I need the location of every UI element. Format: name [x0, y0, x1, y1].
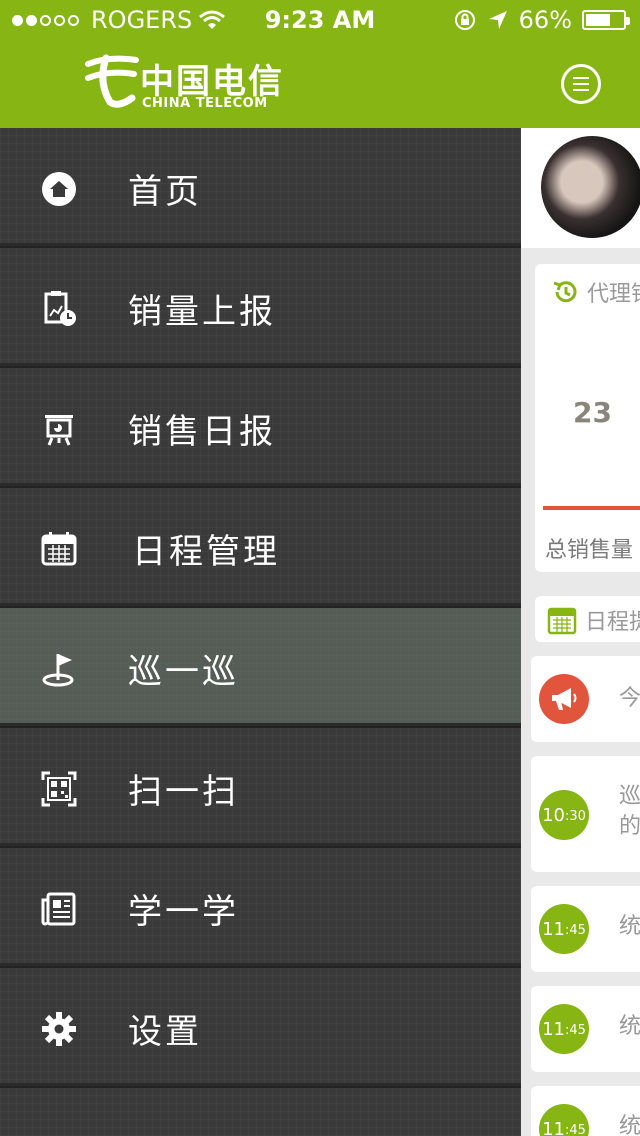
schedule-text: 统 [619, 1114, 640, 1136]
sales-card-header: 代理销 [551, 276, 640, 308]
menu-item-label: 扫一扫 [128, 772, 239, 812]
time-badge: 10:30 [539, 790, 589, 840]
menu-item-schedule[interactable]: 日程管理 [0, 488, 521, 608]
menu-item-label: 首页 [128, 172, 202, 212]
menu-item-daily-report[interactable]: 销售日报 [0, 368, 521, 488]
schedule-card-title: 日程提 [585, 610, 640, 635]
time-badge: 11:45 [539, 904, 589, 954]
status-right: 66% [453, 6, 630, 34]
schedule-item[interactable]: 10:30 巡 的 [531, 756, 640, 872]
schedule-item[interactable]: 11:45 统 [531, 886, 640, 972]
schedule-text: 统 [619, 1014, 640, 1039]
battery-icon [582, 10, 630, 30]
history-icon [553, 281, 577, 303]
sales-report-icon [44, 291, 76, 326]
daily-report-icon [45, 415, 73, 446]
qr-scan-icon [41, 771, 77, 807]
hamburger-menu-icon[interactable] [561, 64, 601, 104]
schedule-item[interactable]: 11:45 统 [531, 986, 640, 1072]
menu-item-label: 日程管理 [132, 532, 280, 572]
menu-item-scan[interactable]: 扫一扫 [0, 728, 521, 848]
newspaper-icon [41, 892, 76, 926]
time-badge: 11:45 [539, 1104, 589, 1136]
menu-item-patrol[interactable]: 巡一巡 [0, 608, 521, 728]
calendar-icon [41, 532, 77, 566]
menu-item-label: 销量上报 [128, 292, 276, 332]
side-menu: 首页 销量上报 销售日报 日程管理 巡一巡 扫一扫 学一学 设置 [0, 128, 521, 1136]
total-sales-label: 总销售量 [545, 538, 634, 563]
menu-item-settings[interactable]: 设置 [0, 968, 521, 1088]
notice-text: 今 [619, 686, 640, 711]
profile-area [521, 128, 640, 248]
sales-card[interactable]: 代理销 23 总销售量 [535, 264, 640, 572]
rotation-lock-icon [454, 10, 475, 30]
main-content: 代理销 23 总销售量 日程提 今 10:30 [521, 128, 640, 1136]
menu-item-label: 设置 [128, 1012, 202, 1052]
schedule-text: 巡 的 [619, 784, 640, 839]
calendar-icon [547, 607, 577, 635]
logo-english: CHINA TELECOM [142, 96, 268, 111]
home-icon [42, 172, 76, 206]
gear-icon [42, 1012, 76, 1046]
menu-item-learn[interactable]: 学一学 [0, 848, 521, 968]
avatar[interactable] [541, 136, 640, 238]
menu-item-label: 销售日报 [128, 412, 276, 452]
menu-item-label: 学一学 [128, 892, 239, 932]
schedule-card[interactable]: 日程提 [535, 596, 640, 642]
battery-percent: 66% [518, 6, 572, 34]
location-arrow-icon [488, 11, 507, 29]
sales-count: 23 [573, 396, 612, 429]
menu-item-sales-report[interactable]: 销量上报 [0, 248, 521, 368]
menu-item-home[interactable]: 首页 [0, 128, 521, 248]
schedule-item[interactable]: 11:45 统 [531, 1086, 640, 1136]
notice-item[interactable]: 今 [531, 656, 640, 742]
megaphone-icon [539, 674, 589, 724]
telecom-logo-icon [85, 54, 139, 108]
menu-item-label: 巡一巡 [128, 652, 239, 692]
time-badge: 11:45 [539, 1004, 589, 1054]
sales-card-title: 代理销 [587, 282, 640, 307]
golf-flag-icon [42, 654, 74, 687]
sales-indicator-bar [543, 506, 640, 510]
schedule-text: 统 [619, 914, 640, 939]
china-telecom-logo: 中国电信 CHINA TELECOM [84, 52, 284, 116]
app-header: ROGERS 9:23 AM 66% 中国电信 CHINA TELECOM [0, 0, 640, 128]
status-bar: ROGERS 9:23 AM 66% [0, 0, 640, 40]
schedule-card-header: 日程提 [547, 604, 640, 636]
